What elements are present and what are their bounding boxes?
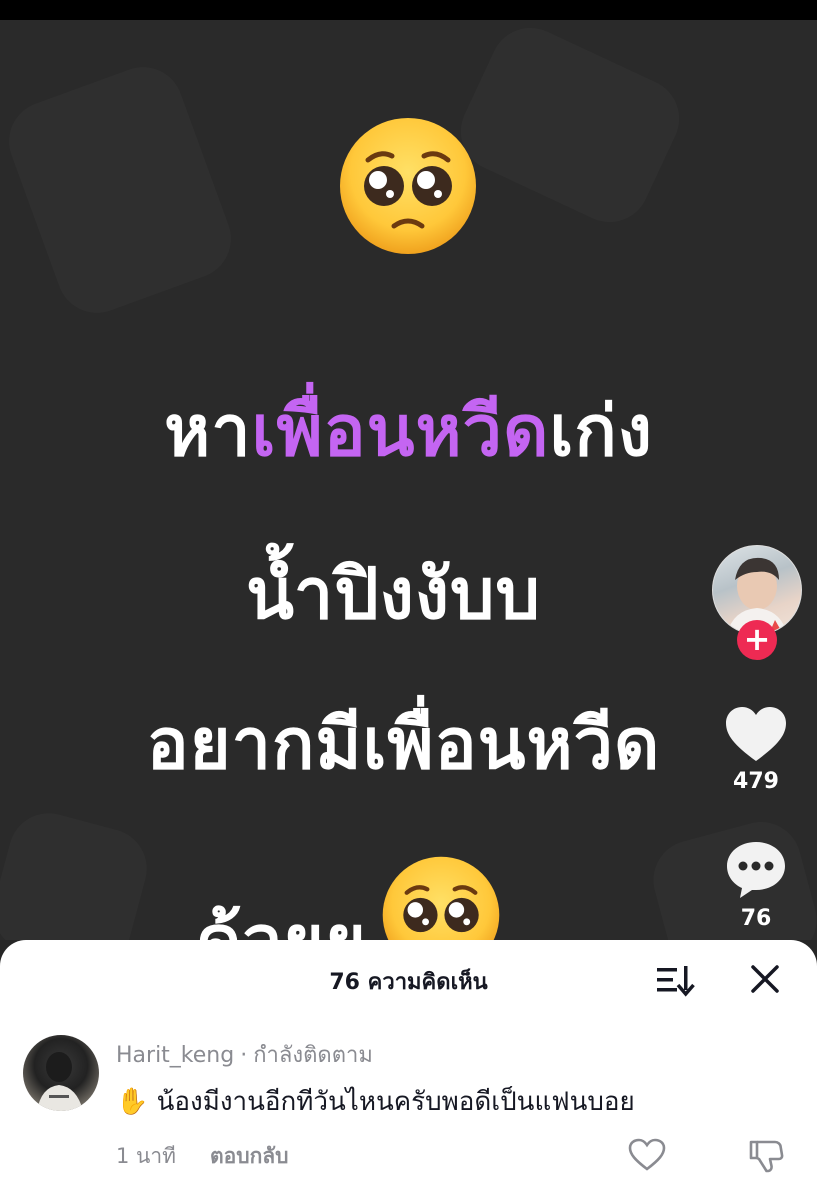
video-text-line-1: หาเพื่อนหวีดเก่ง [164,390,653,472]
sort-button[interactable] [655,962,695,998]
background-decoration [447,20,693,236]
comment-like-button[interactable] [628,1138,666,1172]
heart-outline-icon [628,1138,666,1171]
person-icon [37,1052,83,1111]
comment-header: Harit_keng · กำลังติดตาม [116,1037,373,1072]
like-count: 479 [733,769,779,794]
reply-button[interactable]: ตอบกลับ [210,1140,289,1173]
following-status: กำลังติดตาม [253,1043,373,1068]
heart-icon [726,707,786,761]
comment-button[interactable]: 76 [711,838,801,931]
comment-dislike-button[interactable] [747,1138,785,1174]
comment-time: 1 นาที [116,1144,177,1168]
follow-button[interactable]: + [737,620,777,660]
background-decoration [0,55,243,325]
video-text-line-3: อยากมีเพื่อนหวีด [146,703,661,785]
comments-sheet: 76 ความคิดเห็น Harit_keng · กำลังติดตาม ✋ [0,940,817,1200]
comment-username[interactable]: Harit_keng [116,1043,234,1068]
commenter-avatar[interactable] [23,1035,99,1111]
creator-avatar[interactable]: + [712,545,802,660]
close-icon [751,965,779,993]
raised-hand-icon: ✋ [116,1087,149,1117]
comment-text: ✋ น้องมีงานอีกทีวันไหนครับพอดีเป็นแฟนบอย [116,1081,635,1122]
status-bar [0,0,817,20]
comment-item: Harit_keng · กำลังติดตาม ✋ น้องมีงานอีกทีว… [0,1035,817,1200]
comment-count: 76 [740,906,772,931]
sort-icon [657,966,695,997]
video-player[interactable]: หาเพื่อนหวีดเก่ง น้ำปิงงับบ อยากมีเพื่อน… [0,20,817,940]
pleading-face-icon [382,856,500,940]
pleading-face-icon [340,118,476,254]
comment-body: น้องมีงานอีกทีวันไหนครับพอดีเป็นแฟนบอย [156,1087,635,1117]
close-button[interactable] [745,962,785,998]
thumbs-down-icon [749,1140,784,1173]
video-text-line-4: ด้วยย [0,855,757,940]
video-text-line-2: น้ำปิงงับบ [246,553,541,635]
like-button[interactable]: 479 [711,705,801,794]
comment-bubble-icon [727,842,785,898]
separator: · [240,1043,248,1068]
